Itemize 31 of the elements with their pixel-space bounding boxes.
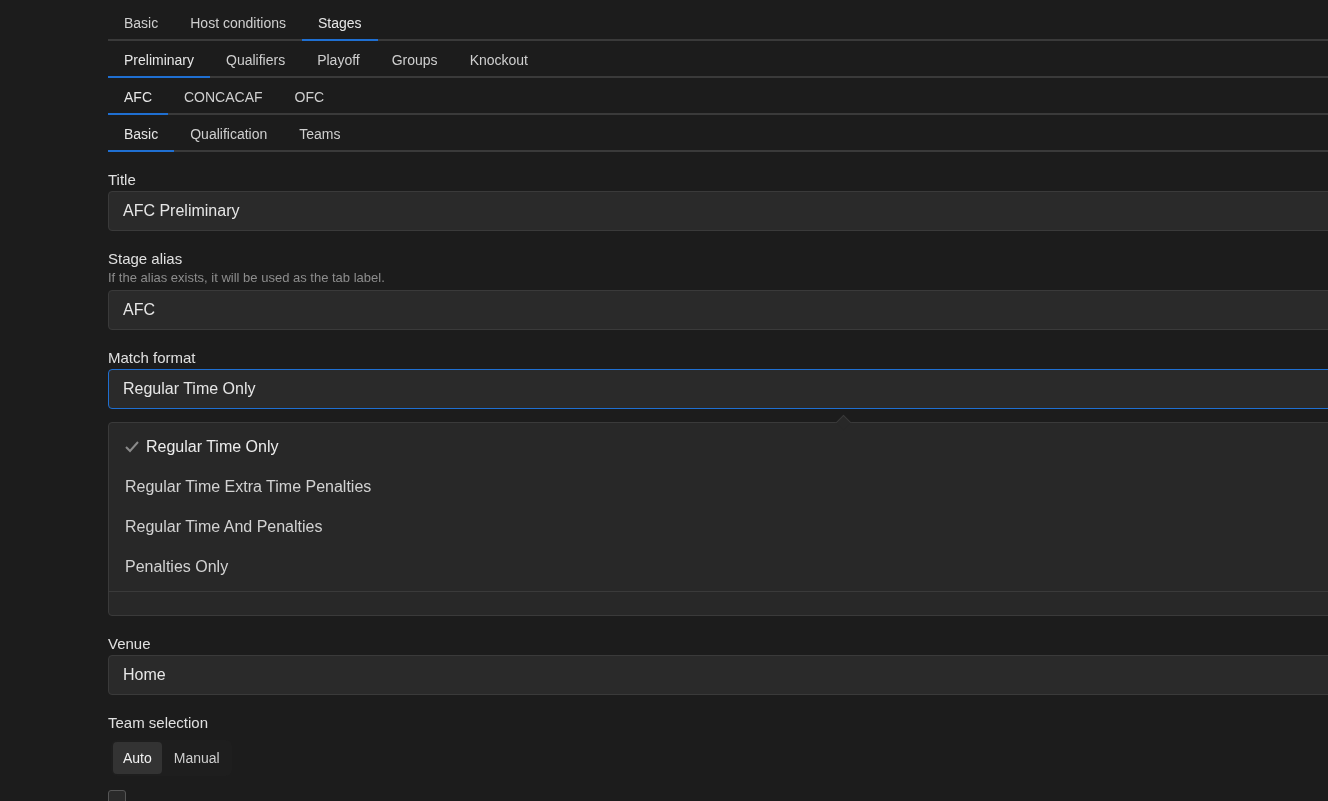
field-label: Stage alias bbox=[108, 250, 184, 267]
dropdown-option[interactable]: Penalties Only bbox=[109, 547, 1328, 587]
confederation-tab[interactable]: AFC bbox=[108, 78, 168, 115]
dropdown-option[interactable]: Regular Time And Penalties bbox=[109, 507, 1328, 547]
match-format-select[interactable]: Regular Time Only bbox=[108, 369, 1328, 409]
stage-tab[interactable]: Qualifiers bbox=[210, 41, 302, 78]
section-tab[interactable]: Host conditions bbox=[174, 4, 302, 41]
dropdown-option[interactable]: Regular Time Extra Time Penalties bbox=[109, 467, 1328, 507]
section-tab[interactable]: Basic bbox=[108, 4, 175, 41]
venue-field[interactable]: Home bbox=[108, 655, 1328, 695]
field-label: Team selection bbox=[108, 714, 210, 731]
section-tab[interactable]: Stages bbox=[301, 4, 378, 41]
field-label: Match format bbox=[108, 349, 197, 366]
segment-button[interactable]: Manual bbox=[163, 742, 230, 774]
stage-tab[interactable]: Playoff bbox=[301, 41, 376, 78]
stage-tab[interactable]: Preliminary bbox=[108, 41, 210, 78]
alias-field[interactable]: AFC bbox=[108, 290, 1328, 330]
field-label: Title bbox=[108, 171, 137, 188]
subsection-tab[interactable]: Qualification bbox=[174, 115, 284, 152]
stage-tab[interactable]: Knockout bbox=[453, 41, 544, 78]
subsection-tab[interactable]: Basic bbox=[108, 115, 175, 152]
field-label: Venue bbox=[108, 635, 152, 652]
stage-tab[interactable]: Groups bbox=[375, 41, 454, 78]
dropdown-option[interactable]: Regular Time Only bbox=[109, 427, 1328, 467]
confederation-tab[interactable]: OFC bbox=[278, 78, 341, 115]
subsection-tab[interactable]: Teams bbox=[283, 115, 357, 152]
field-hint: If the alias exists, it will be used as the tab label. bbox=[108, 270, 386, 285]
title-field[interactable]: AFC Preliminary bbox=[108, 191, 1328, 231]
segment-button[interactable]: Auto bbox=[113, 742, 162, 774]
check-icon bbox=[125, 441, 139, 453]
confederation-tab[interactable]: CONCACAF bbox=[168, 78, 279, 115]
